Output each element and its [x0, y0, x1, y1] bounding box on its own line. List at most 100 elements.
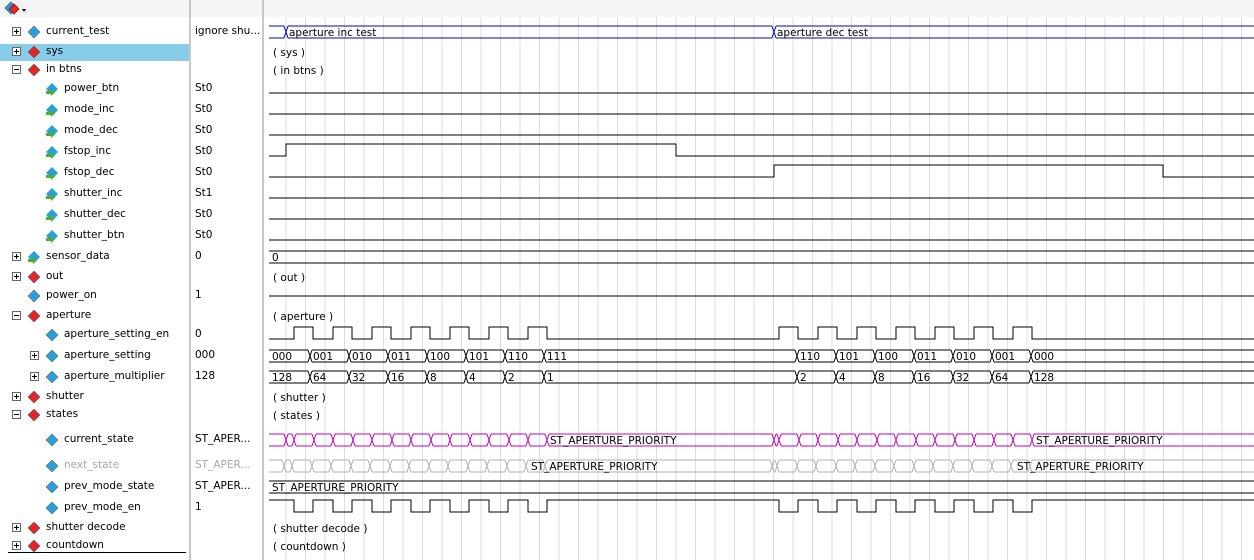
expand-icon[interactable] [12, 541, 21, 550]
current-state-bus [993, 433, 1014, 447]
signal-row[interactable]: power_btn [0, 79, 190, 99]
signal-row[interactable]: states [0, 405, 190, 425]
signal-value: St0 [195, 166, 213, 178]
expand-icon[interactable] [30, 372, 39, 381]
signal-value: ST_APER... [195, 433, 251, 445]
bus-value: 110 [800, 351, 820, 363]
bus-value: 010 [352, 351, 372, 363]
signal-row[interactable]: sys [0, 42, 190, 62]
collapse-icon[interactable] [12, 65, 21, 74]
current-state-bus [973, 433, 995, 447]
signal-value: 000 [195, 349, 216, 361]
pane-splitter[interactable] [189, 0, 191, 560]
signal-name: shutter [46, 390, 84, 402]
signal-row[interactable]: shutter_inc [0, 184, 190, 204]
signal-value: St0 [195, 124, 213, 136]
expand-icon[interactable] [12, 27, 21, 36]
signal-name: mode_dec [64, 124, 118, 136]
signal-row[interactable]: current_test [0, 22, 190, 42]
signal-row[interactable]: power_on [0, 286, 190, 306]
bus-value: 1 [547, 372, 554, 384]
expand-icon[interactable] [12, 392, 21, 401]
expand-icon[interactable] [12, 47, 21, 56]
signal-name: current_state [64, 433, 134, 445]
signal-name: in btns [46, 63, 82, 75]
signal-value-row: ST_APER... [195, 456, 262, 476]
signal-name: shutter decode [46, 521, 126, 533]
current-test-bus [269, 25, 287, 39]
next-state-bus [835, 459, 856, 473]
signal-diamond-icon [45, 433, 59, 447]
signal-value: ST_APER... [195, 480, 251, 492]
signal-name: current_test [46, 25, 110, 37]
bus-value: 16 [917, 372, 931, 384]
group-diamond-icon [27, 521, 41, 535]
signal-row[interactable]: fstop_inc [0, 142, 190, 162]
bus-value: 111 [547, 351, 567, 363]
waveform-pane[interactable]: aperture inc test aperture dec test ( sys … [264, 17, 1254, 560]
signal-name: countdown [46, 539, 104, 551]
signal-value: 0 [195, 250, 202, 262]
bus-value: ST_APERTURE_PRIORITY [272, 482, 399, 494]
signal-row[interactable]: fstop_dec [0, 163, 190, 183]
signal-row[interactable]: aperture_setting [0, 346, 190, 366]
current-state-bus [915, 433, 936, 447]
signal-row[interactable]: out [0, 267, 190, 287]
current-state-bus [430, 433, 451, 447]
signal-value-row [195, 42, 262, 62]
signal-row[interactable]: countdown [0, 536, 190, 556]
signal-row[interactable]: shutter_btn [0, 226, 190, 246]
signal-row[interactable]: prev_mode_en [0, 498, 190, 518]
group-diamond-icon [27, 539, 41, 553]
group-diamond-icon [27, 63, 41, 77]
sensor-data-bus [269, 250, 1254, 264]
signal-name: prev_mode_state [64, 480, 155, 492]
signal-diamond-icon [45, 501, 59, 515]
signal-row[interactable]: sensor_data [0, 247, 190, 267]
group-label: ( shutter ) [273, 392, 326, 404]
signal-diamond-icon [45, 328, 59, 342]
signal-name: states [46, 408, 79, 420]
signal-row[interactable]: mode_inc [0, 100, 190, 120]
signal-row[interactable]: current_state [0, 430, 190, 450]
signal-value-row: St0 [195, 142, 262, 162]
signal-row[interactable]: aperture_multiplier [0, 367, 190, 387]
current-state-bus [410, 433, 432, 447]
signal-row[interactable]: mode_dec [0, 121, 190, 141]
pane-divider [8, 552, 186, 553]
bus-value: 110 [508, 351, 528, 363]
expand-icon[interactable] [12, 252, 21, 261]
collapse-icon[interactable] [12, 311, 21, 320]
collapse-icon[interactable] [12, 410, 21, 419]
signal-value: St0 [195, 103, 213, 115]
next-state-bus [952, 459, 973, 473]
signal-row[interactable]: aperture_setting_en [0, 325, 190, 345]
expand-icon[interactable] [12, 523, 21, 532]
current-state-bus [371, 433, 393, 447]
signal-value: 1 [195, 501, 202, 513]
signal-name: sys [46, 45, 64, 57]
next-state-bus [311, 459, 332, 473]
signal-row[interactable]: shutter [0, 387, 190, 407]
signal-row[interactable]: shutter_dec [0, 205, 190, 225]
current-state-bus [391, 433, 412, 447]
next-state-bus [991, 459, 1012, 473]
group-diamond-icon [27, 408, 41, 422]
next-state-bus [854, 459, 876, 473]
current-state-bus [469, 433, 490, 447]
next-state-bus [467, 459, 488, 473]
expand-icon[interactable] [12, 272, 21, 281]
group-label: ( sys ) [273, 47, 305, 59]
signal-row[interactable]: shutter decode [0, 518, 190, 538]
next-state-bus [389, 459, 410, 473]
signal-row[interactable]: aperture [0, 306, 190, 326]
signal-row[interactable]: prev_mode_state [0, 477, 190, 497]
bus-value: 8 [430, 372, 437, 384]
aperture-multiplier-bus [543, 370, 798, 384]
group-diamond-icon [27, 390, 41, 404]
signal-dropdown-icon[interactable] [4, 1, 28, 16]
signal-row[interactable]: next_state [0, 456, 190, 476]
expand-icon[interactable] [30, 351, 39, 360]
signal-row[interactable]: in btns [0, 60, 190, 80]
signal-value: ST_APER... [195, 459, 251, 471]
